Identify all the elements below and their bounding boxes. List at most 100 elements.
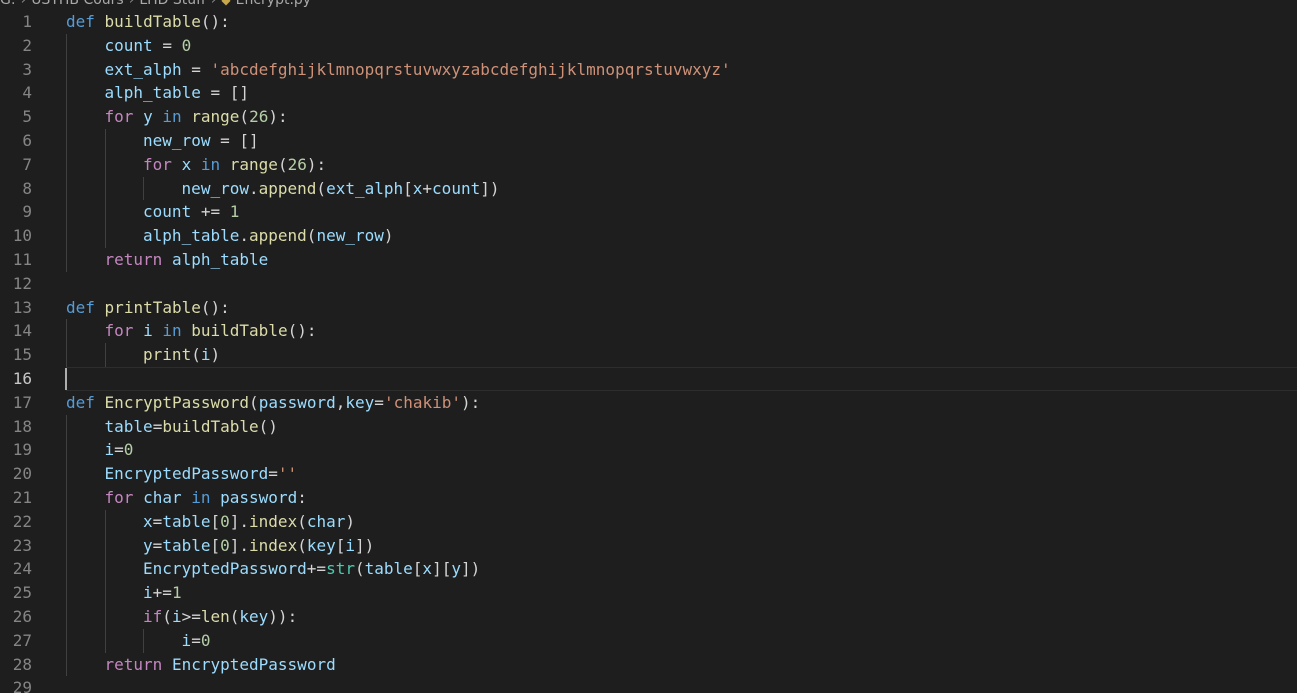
code-line[interactable]: 9 count += 1 xyxy=(0,200,1297,225)
code-token: ( xyxy=(297,511,307,531)
code-token: = xyxy=(191,630,201,650)
code-token: str xyxy=(326,559,355,579)
indent-guide xyxy=(66,200,67,225)
chevron-right-icon: › xyxy=(210,0,217,8)
code-token: def xyxy=(66,12,95,31)
code-line[interactable]: 27 i=0 xyxy=(0,628,1297,653)
indent-guide xyxy=(143,176,144,201)
line-number: 10 xyxy=(12,226,32,246)
code-token: ( xyxy=(239,107,250,127)
code-token: password xyxy=(258,392,336,412)
line-content: ext_alph = 'abcdefghijklmnopqrstuvwxyzab… xyxy=(105,58,731,82)
code-line[interactable]: 5 for y in range(26): xyxy=(0,105,1297,129)
code-line[interactable]: 28 return EncryptedPassword xyxy=(0,652,1297,677)
indent-guide xyxy=(66,628,67,653)
breadcrumb-folder-usthb[interactable]: USTHB Cours xyxy=(31,0,124,9)
code-token: = [] xyxy=(210,130,259,150)
line-number: 26 xyxy=(12,606,32,626)
code-line[interactable]: 18 table=buildTable() xyxy=(0,414,1297,439)
code-line[interactable]: 4 alph_table = [] xyxy=(0,81,1297,106)
code-token: . xyxy=(248,178,259,198)
code-line[interactable]: 8 new_row.append(ext_alph[x+count]) xyxy=(0,176,1297,201)
code-token: (): xyxy=(200,12,230,31)
code-line[interactable]: 26 if(i>=len(key)): xyxy=(0,604,1297,629)
indent-guide xyxy=(66,509,67,534)
line-content: return alph_table xyxy=(105,248,269,272)
indent-guide xyxy=(104,533,106,558)
python-file-icon: ◆ xyxy=(221,0,231,7)
line-number: 15 xyxy=(12,345,32,365)
code-line[interactable]: 3 ext_alph = 'abcdefghijklmnopqrstuvwxyza… xyxy=(0,57,1297,82)
code-token: i xyxy=(171,606,182,626)
code-token: table xyxy=(162,511,211,531)
code-token: ext_alph xyxy=(104,59,182,79)
code-line[interactable]: 24 EncryptedPassword+=str(table[x][y]) xyxy=(0,557,1297,582)
code-line[interactable]: 1 def buildTable(): xyxy=(0,10,1297,34)
line-number: 17 xyxy=(12,392,32,412)
code-line[interactable]: 16 xyxy=(0,366,1297,391)
code-token: ( xyxy=(316,178,327,198)
code-area[interactable]: 1 def buildTable(): 2 count = 0 3 ext_alph = … xyxy=(0,10,1297,693)
code-line[interactable]: 25 i+=1 xyxy=(0,581,1297,605)
code-token: [ xyxy=(412,559,423,579)
code-token: key xyxy=(239,606,269,626)
breadcrumb-folder-lhd[interactable]: LHD Stuff xyxy=(139,0,205,9)
code-line[interactable]: 2 count = 0 xyxy=(0,33,1297,58)
code-line[interactable]: 20 EncryptedPassword='' xyxy=(0,462,1297,486)
line-number: 24 xyxy=(12,559,32,579)
line-number: 23 xyxy=(12,535,32,555)
code-token: i xyxy=(181,630,192,650)
indent-guide xyxy=(104,557,106,582)
code-line[interactable]: 12 xyxy=(0,272,1297,296)
code-editor[interactable]: G: › USTHB Cours › LHD Stuff › ◆ Encrypt… xyxy=(0,0,1297,693)
code-token: ]) xyxy=(460,559,481,579)
code-token: i xyxy=(143,321,153,341)
line-number: 22 xyxy=(12,511,32,531)
code-token: char xyxy=(306,511,346,531)
indent-guide xyxy=(66,81,67,106)
code-token: table xyxy=(364,559,413,579)
breadcrumb-drive[interactable]: G: xyxy=(0,0,16,9)
breadcrumb-file[interactable]: Encrypt.py xyxy=(236,0,311,9)
indent-guide xyxy=(66,557,67,582)
line-number: 21 xyxy=(12,487,32,507)
code-line[interactable]: 17 def EncryptPassword(password,key='chak… xyxy=(0,391,1297,415)
code-line[interactable]: 29 xyxy=(0,676,1297,693)
code-line[interactable]: 6 new_row = [] xyxy=(0,128,1297,153)
code-token: ( xyxy=(306,226,317,246)
indent-guide xyxy=(104,604,106,629)
code-line[interactable]: 11 return alph_table xyxy=(0,247,1297,272)
code-line[interactable]: 22 x=table[0].index(char) xyxy=(0,509,1297,534)
code-token: y xyxy=(451,559,461,579)
indent-guide xyxy=(143,628,144,653)
code-token: x xyxy=(181,154,192,174)
line-content: i+=1 xyxy=(143,581,182,605)
code-token: for xyxy=(104,107,134,127)
code-token: = xyxy=(114,440,124,460)
code-line[interactable]: 13 def printTable(): xyxy=(0,296,1297,320)
indent-guide xyxy=(66,33,67,58)
indent-guide xyxy=(66,438,67,463)
code-line[interactable]: 14 for i in buildTable(): xyxy=(0,319,1297,344)
code-line[interactable]: 19 i=0 xyxy=(0,438,1297,463)
code-line[interactable]: 21 for char in password: xyxy=(0,485,1297,510)
line-content: def EncryptPassword(password,key='chakib… xyxy=(66,391,480,415)
code-line[interactable]: 15 print(i) xyxy=(0,343,1297,367)
code-token: x xyxy=(143,511,153,531)
code-line[interactable]: 7 for x in range(26): xyxy=(0,152,1297,177)
code-token: ][ xyxy=(432,559,452,579)
code-line[interactable]: 10 alph_table.append(new_row) xyxy=(0,224,1297,248)
code-token: ]. xyxy=(229,511,250,531)
line-number: 13 xyxy=(12,297,32,317)
code-token: 0 xyxy=(181,35,192,55)
code-token: EncryptedPassword xyxy=(143,559,307,579)
code-line[interactable]: 23 y=table[0].index(key[i]) xyxy=(0,533,1297,558)
